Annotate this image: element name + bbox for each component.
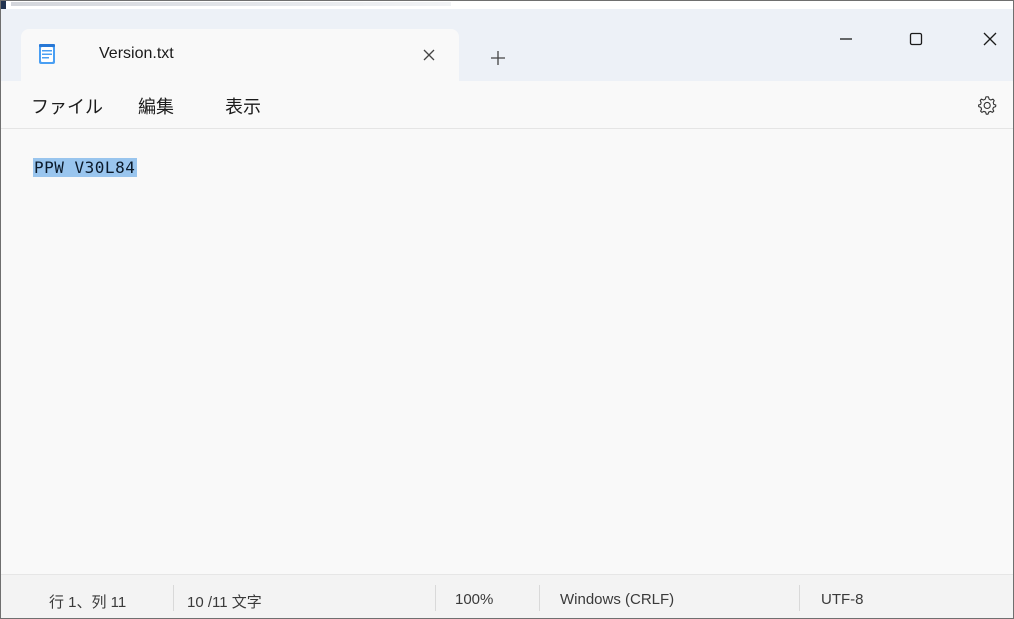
- menu-file[interactable]: ファイル: [31, 93, 103, 119]
- tab-version-txt[interactable]: Version.txt: [21, 29, 459, 81]
- close-icon: [983, 32, 997, 46]
- gear-icon: [978, 96, 997, 115]
- cursor-position: 行 1、列 11: [49, 594, 127, 611]
- notepad-window: Version.txt ファイル 編集 表示 PPW V30L84 行 1、列 …: [0, 0, 1014, 619]
- maximize-icon: [909, 32, 923, 46]
- minimize-icon: [840, 38, 852, 40]
- status-divider: [539, 585, 540, 611]
- close-button[interactable]: [967, 19, 1013, 59]
- text-editor[interactable]: PPW V30L84: [1, 130, 1013, 574]
- status-divider: [435, 585, 436, 611]
- minimize-button[interactable]: [823, 19, 869, 59]
- tab-close-icon[interactable]: [413, 39, 445, 71]
- status-divider: [173, 585, 174, 611]
- selected-text[interactable]: PPW V30L84: [33, 158, 138, 177]
- encoding[interactable]: UTF-8: [821, 591, 864, 608]
- menu-view[interactable]: 表示: [225, 93, 261, 119]
- status-divider: [799, 585, 800, 611]
- new-tab-button[interactable]: [481, 41, 515, 75]
- menu-bar: ファイル 編集 表示: [1, 81, 1013, 129]
- background-strip: [1, 1, 1013, 41]
- menu-edit[interactable]: 編集: [138, 93, 174, 119]
- status-bar: 行 1、列 11 10 /11 文字 100% Windows (CRLF) U…: [1, 574, 1013, 618]
- zoom-level[interactable]: 100%: [455, 591, 493, 608]
- settings-button[interactable]: [973, 91, 1001, 119]
- background-blur: [11, 2, 451, 6]
- editor-content[interactable]: PPW V30L84: [33, 157, 138, 179]
- notepad-icon: [37, 43, 57, 65]
- maximize-button[interactable]: [893, 19, 939, 59]
- line-ending[interactable]: Windows (CRLF): [560, 591, 674, 608]
- plus-icon: [491, 51, 505, 65]
- title-bar: Version.txt: [1, 9, 1013, 81]
- tab-title: Version.txt: [99, 45, 174, 62]
- character-count: 10 /11 文字: [187, 594, 262, 611]
